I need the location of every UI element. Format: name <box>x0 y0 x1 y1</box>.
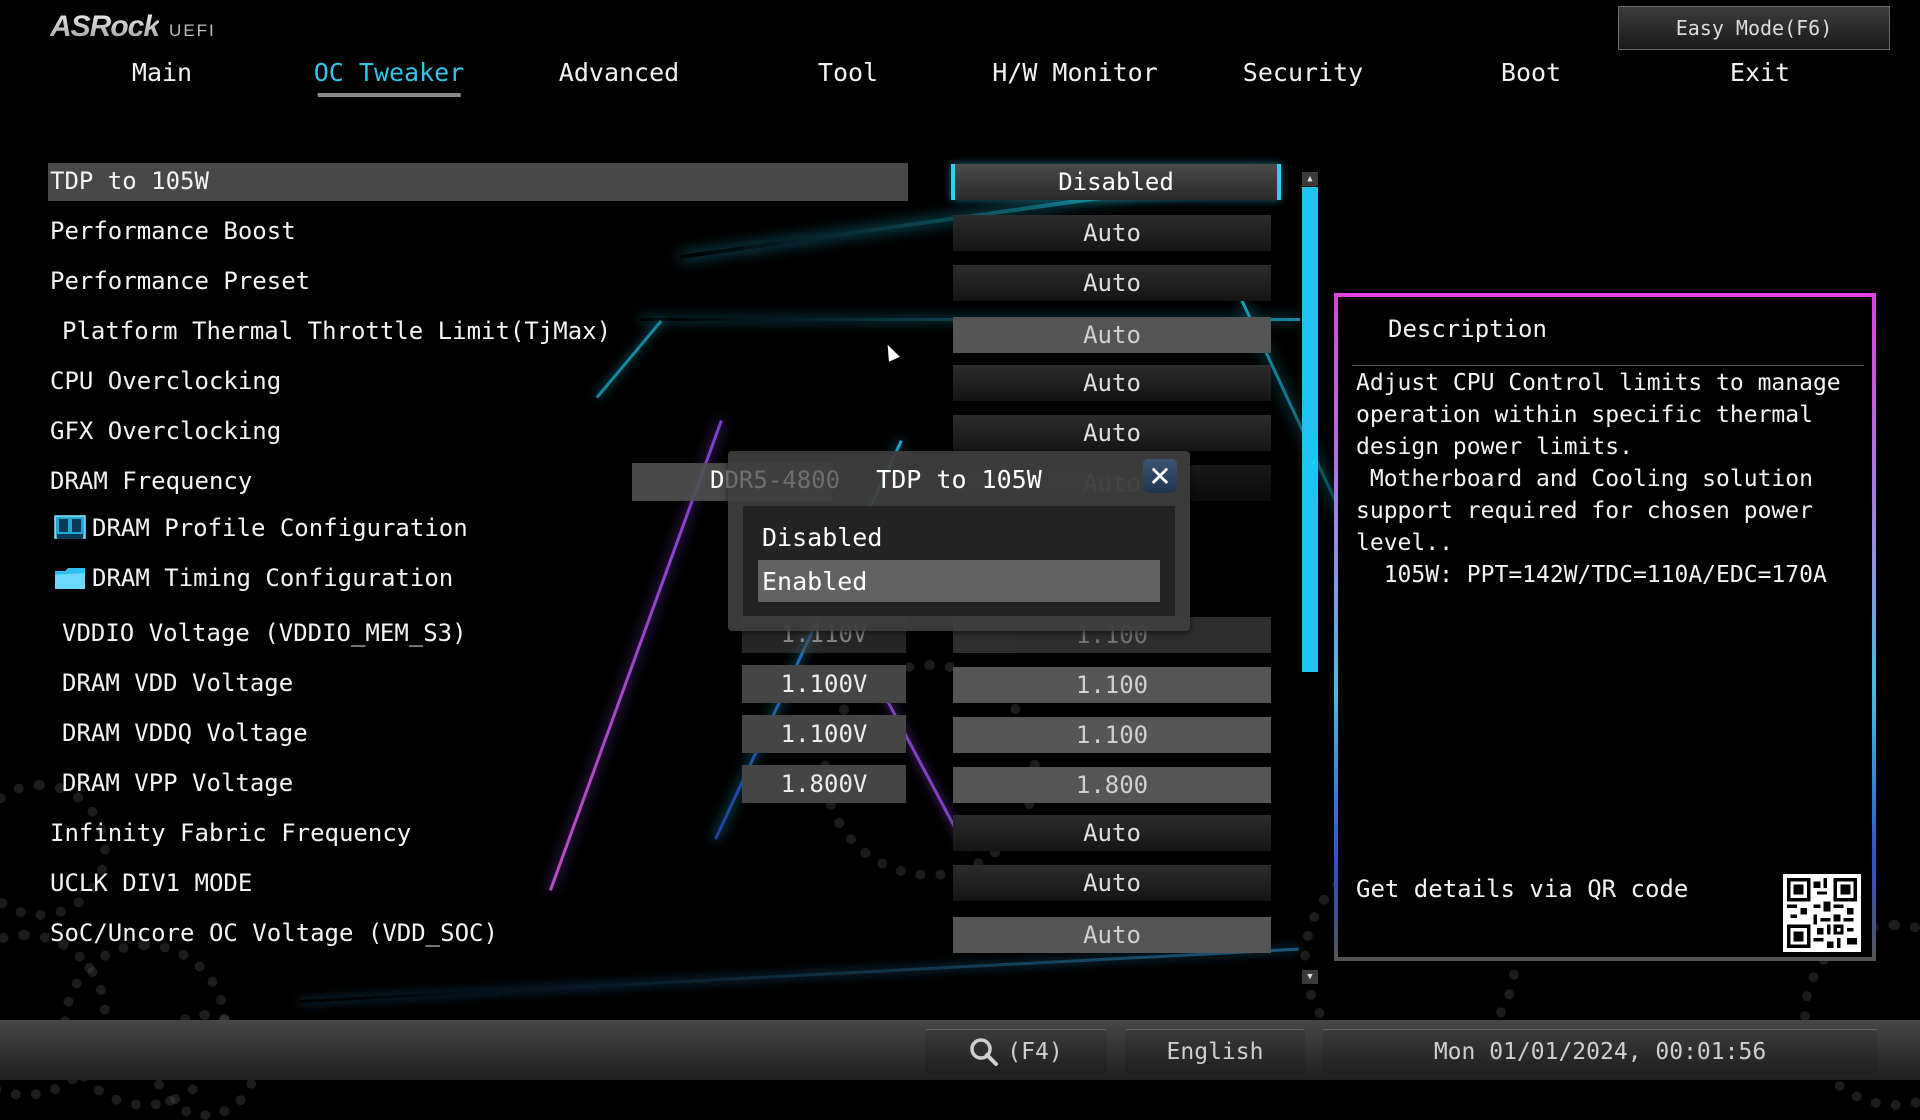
setting-value-dram-vpp-voltage[interactable]: 1.800 <box>953 767 1271 803</box>
setting-label: Platform Thermal Throttle Limit(TjMax) <box>62 317 612 345</box>
setting-current-dram-vpp-voltage: 1.800V <box>742 765 906 803</box>
tab-boot[interactable]: Boot <box>1501 58 1561 91</box>
main-tabs: Main OC Tweaker Advanced Tool H/W Monito… <box>0 58 1920 98</box>
search-shortcut-label: (F4) <box>1007 1039 1063 1065</box>
setting-row-tjmax[interactable]: Platform Thermal Throttle Limit(TjMax) <box>48 313 908 351</box>
setting-label: SoC/Uncore OC Voltage (VDD_SOC) <box>50 919 498 947</box>
setting-value-dram-vddq-voltage[interactable]: 1.100 <box>953 717 1271 753</box>
setting-label: DRAM VPP Voltage <box>62 769 294 797</box>
tab-exit[interactable]: Exit <box>1730 58 1790 91</box>
popup-option-list: Disabled Enabled <box>743 506 1175 616</box>
qr-label: Get details via QR code <box>1356 875 1689 903</box>
setting-value-tdp-105w[interactable]: Disabled <box>951 164 1281 200</box>
logo-subtitle: UEFI <box>169 21 216 40</box>
setting-label: GFX Overclocking <box>50 417 282 445</box>
setting-label: VDDIO Voltage (VDDIO_MEM_S3) <box>62 619 467 647</box>
scroll-down-arrow-icon[interactable]: ▼ <box>1302 970 1318 984</box>
setting-current-dram-vdd-voltage: 1.100V <box>742 665 906 703</box>
search-button[interactable]: (F4) <box>925 1029 1107 1074</box>
setting-label: DRAM Frequency <box>50 467 253 495</box>
folder-icon <box>55 568 85 589</box>
setting-label: Infinity Fabric Frequency <box>50 819 412 847</box>
setting-value-gfx-overclocking[interactable]: Auto <box>953 415 1271 451</box>
popup-option-disabled[interactable]: Disabled <box>758 516 1160 558</box>
asrock-logo: ASRock UEFI <box>50 10 216 44</box>
setting-current-dram-vddq-voltage: 1.100V <box>742 715 906 753</box>
memory-icon <box>54 515 86 539</box>
dram-frequency-obscured-text: DR5-4800 <box>724 466 841 494</box>
setting-row-uclk-div1[interactable]: UCLK DIV1 MODE <box>48 865 908 903</box>
scrollbar-thumb[interactable] <box>1302 187 1318 672</box>
setting-label: DRAM VDD Voltage <box>62 669 294 697</box>
bottom-bar: (F4) English Mon 01/01/2024, 00:01:56 <box>0 1020 1920 1080</box>
setting-value-cpu-overclocking[interactable]: Auto <box>953 365 1271 401</box>
setting-value-performance-boost[interactable]: Auto <box>953 215 1271 251</box>
setting-value-dram-vdd-voltage[interactable]: 1.100 <box>953 667 1271 703</box>
setting-label: DRAM Timing Configuration <box>92 564 454 592</box>
datetime-display: Mon 01/01/2024, 00:01:56 <box>1322 1029 1878 1074</box>
setting-label: TDP to 105W <box>50 167 209 195</box>
description-title: Description <box>1388 315 1547 343</box>
setting-row-performance-preset[interactable]: Performance Preset <box>48 263 908 301</box>
tab-security[interactable]: Security <box>1243 58 1363 91</box>
tab-hw-monitor[interactable]: H/W Monitor <box>992 58 1158 91</box>
tab-tool[interactable]: Tool <box>818 58 878 91</box>
popup-option-enabled[interactable]: Enabled <box>758 560 1160 602</box>
logo-brand: ASRock <box>50 10 160 43</box>
search-icon <box>970 1038 999 1066</box>
language-button[interactable]: English <box>1125 1029 1305 1074</box>
setting-label: UCLK DIV1 MODE <box>50 869 253 897</box>
setting-label: CPU Overclocking <box>50 367 282 395</box>
setting-value-tjmax[interactable]: Auto <box>953 317 1271 353</box>
tab-main[interactable]: Main <box>132 58 192 91</box>
tab-advanced[interactable]: Advanced <box>559 58 679 91</box>
scroll-up-arrow-icon[interactable]: ▲ <box>1302 172 1318 186</box>
setting-label: Performance Boost <box>50 217 296 245</box>
setting-row-gfx-overclocking[interactable]: GFX Overclocking <box>48 413 908 451</box>
qr-code-icon <box>1783 874 1861 952</box>
setting-row-soc-voltage[interactable]: SoC/Uncore OC Voltage (VDD_SOC) <box>48 915 908 953</box>
setting-value-infinity-fabric[interactable]: Auto <box>953 815 1271 851</box>
setting-label-wrap: DRAM Timing Configuration <box>54 564 453 592</box>
description-text: Adjust CPU Control limits to manage oper… <box>1356 370 1841 588</box>
setting-label-wrap: DRAM Profile Configuration <box>54 514 468 542</box>
setting-value-uclk-div1[interactable]: Auto <box>953 865 1271 901</box>
setting-label: Performance Preset <box>50 267 311 295</box>
dram-frequency-current-text: DDR5-4800 <box>710 466 840 494</box>
setting-row-performance-boost[interactable]: Performance Boost <box>48 213 908 251</box>
setting-row-infinity-fabric[interactable]: Infinity Fabric Frequency <box>48 815 908 853</box>
close-icon[interactable]: ✕ <box>1143 459 1177 493</box>
dram-frequency-visible-char: D <box>710 466 725 494</box>
setting-label: DRAM Profile Configuration <box>92 514 468 542</box>
setting-label: DRAM VDDQ Voltage <box>62 719 308 747</box>
setting-value-performance-preset[interactable]: Auto <box>953 265 1271 301</box>
tab-oc-tweaker[interactable]: OC Tweaker <box>314 58 464 97</box>
dram-frequency-current-value: DDR5-4800 <box>710 466 840 494</box>
setting-row-tdp-105w[interactable]: TDP to 105W <box>48 163 908 201</box>
setting-value-soc-voltage[interactable]: Auto <box>953 917 1271 953</box>
setting-row-cpu-overclocking[interactable]: CPU Overclocking <box>48 363 908 401</box>
description-divider <box>1352 365 1864 366</box>
easy-mode-button[interactable]: Easy Mode(F6) <box>1618 6 1890 50</box>
description-panel: Description Adjust CPU Control limits to… <box>1334 293 1876 961</box>
